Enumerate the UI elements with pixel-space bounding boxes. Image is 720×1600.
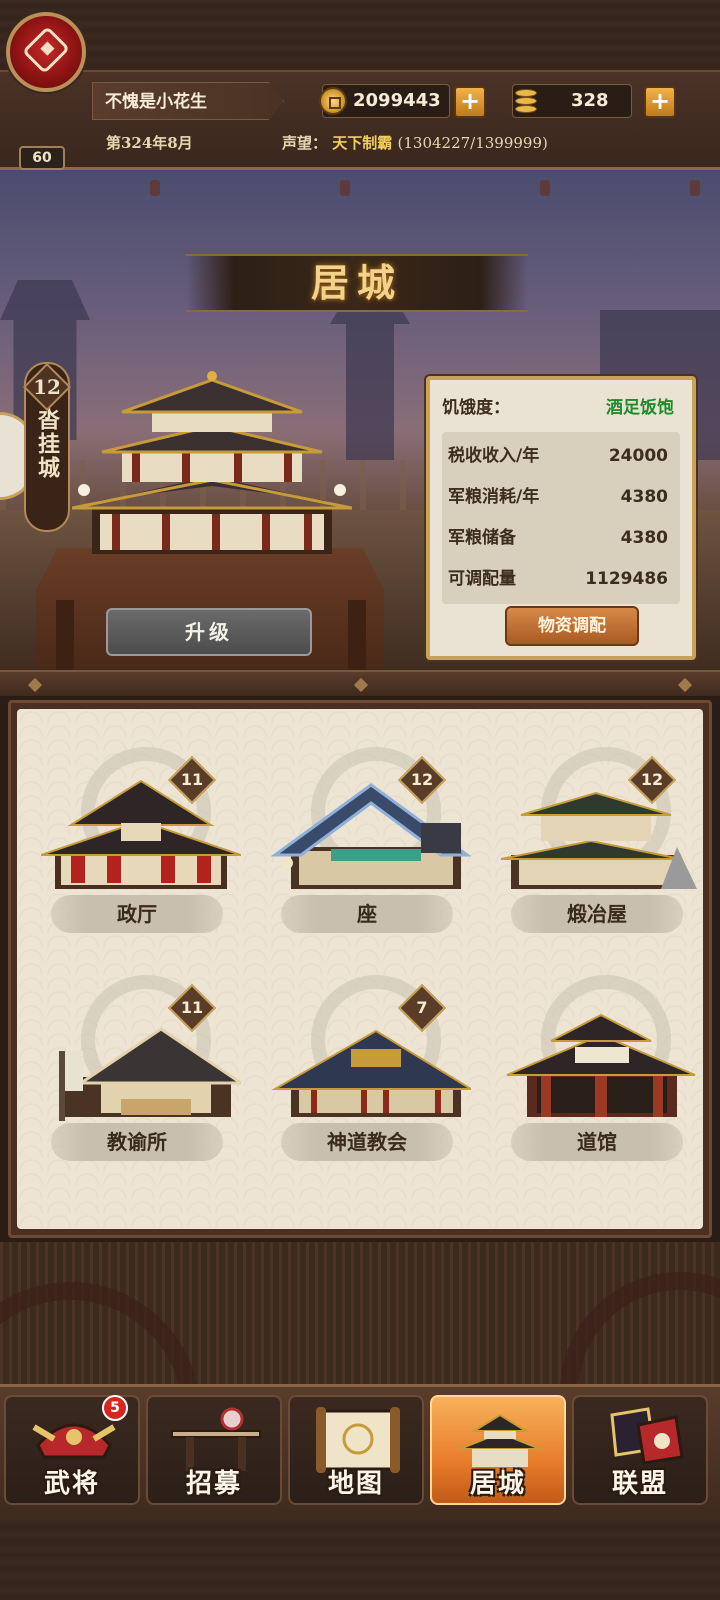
player-name: 不愧是小花生: [92, 82, 284, 120]
top-wood-frame: [0, 0, 720, 70]
gold-stack-icon: [513, 87, 539, 115]
stat-row-allocatable: 可调配量 1129486: [448, 569, 668, 589]
nav-generals[interactable]: 5 武将: [4, 1395, 140, 1505]
building-guild[interactable]: 12 座: [271, 743, 471, 963]
prestige-label: 声望：: [282, 134, 328, 152]
building-label: 道馆: [511, 1123, 683, 1161]
section-divider: [0, 670, 720, 698]
prestige-rank: 天下制霸: [332, 134, 393, 152]
building-label: 座: [281, 895, 453, 933]
nav-label: 联盟: [611, 1469, 668, 1499]
prestige-value: (1304227/1399999): [397, 134, 548, 152]
player-level-badge: 60: [19, 146, 65, 170]
building-label: 政厅: [51, 895, 223, 933]
stat-row-food-consumption: 军粮消耗/年 4380: [448, 487, 668, 507]
coin-icon: [319, 87, 347, 115]
nav-label: 居城: [469, 1469, 526, 1499]
building-dojo[interactable]: 道馆: [501, 971, 701, 1191]
lower-decor: [0, 1242, 720, 1542]
building-academy[interactable]: 11 教谕所: [41, 971, 241, 1191]
nav-alliance[interactable]: 联盟: [572, 1395, 708, 1505]
nav-castle[interactable]: 居城: [430, 1395, 566, 1505]
main-castle-icon[interactable]: [72, 368, 352, 568]
bottom-nav: 5 武将 招募 地图 居城 联盟: [0, 1384, 720, 1520]
nav-map[interactable]: 地图: [288, 1395, 424, 1505]
nav-recruit[interactable]: 招募: [146, 1395, 282, 1505]
castle-stats-panel: 饥饿度： 酒足饭饱 税收收入/年 24000 军粮消耗/年 4380 军粮储备 438…: [426, 376, 696, 660]
building-label: 神道教会: [281, 1123, 453, 1161]
hunger-row: 饥饿度： 酒足饭饱: [442, 390, 680, 426]
castle-level-badge: 12: [22, 362, 72, 412]
add-gold-button[interactable]: +: [644, 86, 676, 118]
stats-list: 税收收入/年 24000 军粮消耗/年 4380 军粮储备 4380 可调配量 1129…: [442, 432, 680, 604]
dojo-icon: [506, 1013, 696, 1117]
stat-row-tax: 税收收入/年 24000: [448, 446, 668, 466]
nav-label: 武将: [43, 1469, 100, 1499]
bottom-wood-frame: [0, 1520, 720, 1600]
building-label: 教谕所: [51, 1123, 223, 1161]
castle-name-tag[interactable]: 12 沓挂城: [22, 362, 72, 532]
scene-title: 居城: [186, 254, 528, 312]
add-coins-button[interactable]: +: [454, 86, 486, 118]
buildings-panel: 11 政厅 12 座 12 煅冶屋 11 教谕所 7 神道教会 道馆: [8, 700, 712, 1238]
upgrade-button[interactable]: 升级: [106, 608, 312, 656]
building-shrine[interactable]: 7 神道教会: [271, 971, 471, 1191]
gold-counter: 328: [512, 84, 632, 118]
building-smithy[interactable]: 12 煅冶屋: [501, 743, 701, 963]
resource-dispatch-button[interactable]: 物资调配: [505, 606, 639, 646]
notification-badge: 5: [102, 1395, 128, 1421]
stat-row-food-reserve: 军粮储备 4380: [448, 528, 668, 548]
clan-crest-icon: [21, 25, 71, 75]
castle-name: 沓挂城: [34, 408, 60, 480]
game-date: 第324年8月: [106, 134, 193, 152]
coin-value: 2099443: [353, 90, 441, 111]
hunger-label: 饥饿度：: [442, 398, 510, 418]
gold-value: 328: [571, 90, 609, 111]
building-government-hall[interactable]: 11 政厅: [41, 743, 241, 963]
hunger-value: 酒足饭饱: [606, 398, 674, 418]
nav-label: 地图: [327, 1469, 384, 1499]
nav-label: 招募: [185, 1469, 242, 1499]
coin-counter: 2099443: [319, 84, 450, 118]
prestige-info: 声望： 天下制霸 (1304227/1399999): [282, 132, 548, 153]
player-avatar[interactable]: [6, 12, 86, 92]
building-label: 煅冶屋: [511, 895, 683, 933]
